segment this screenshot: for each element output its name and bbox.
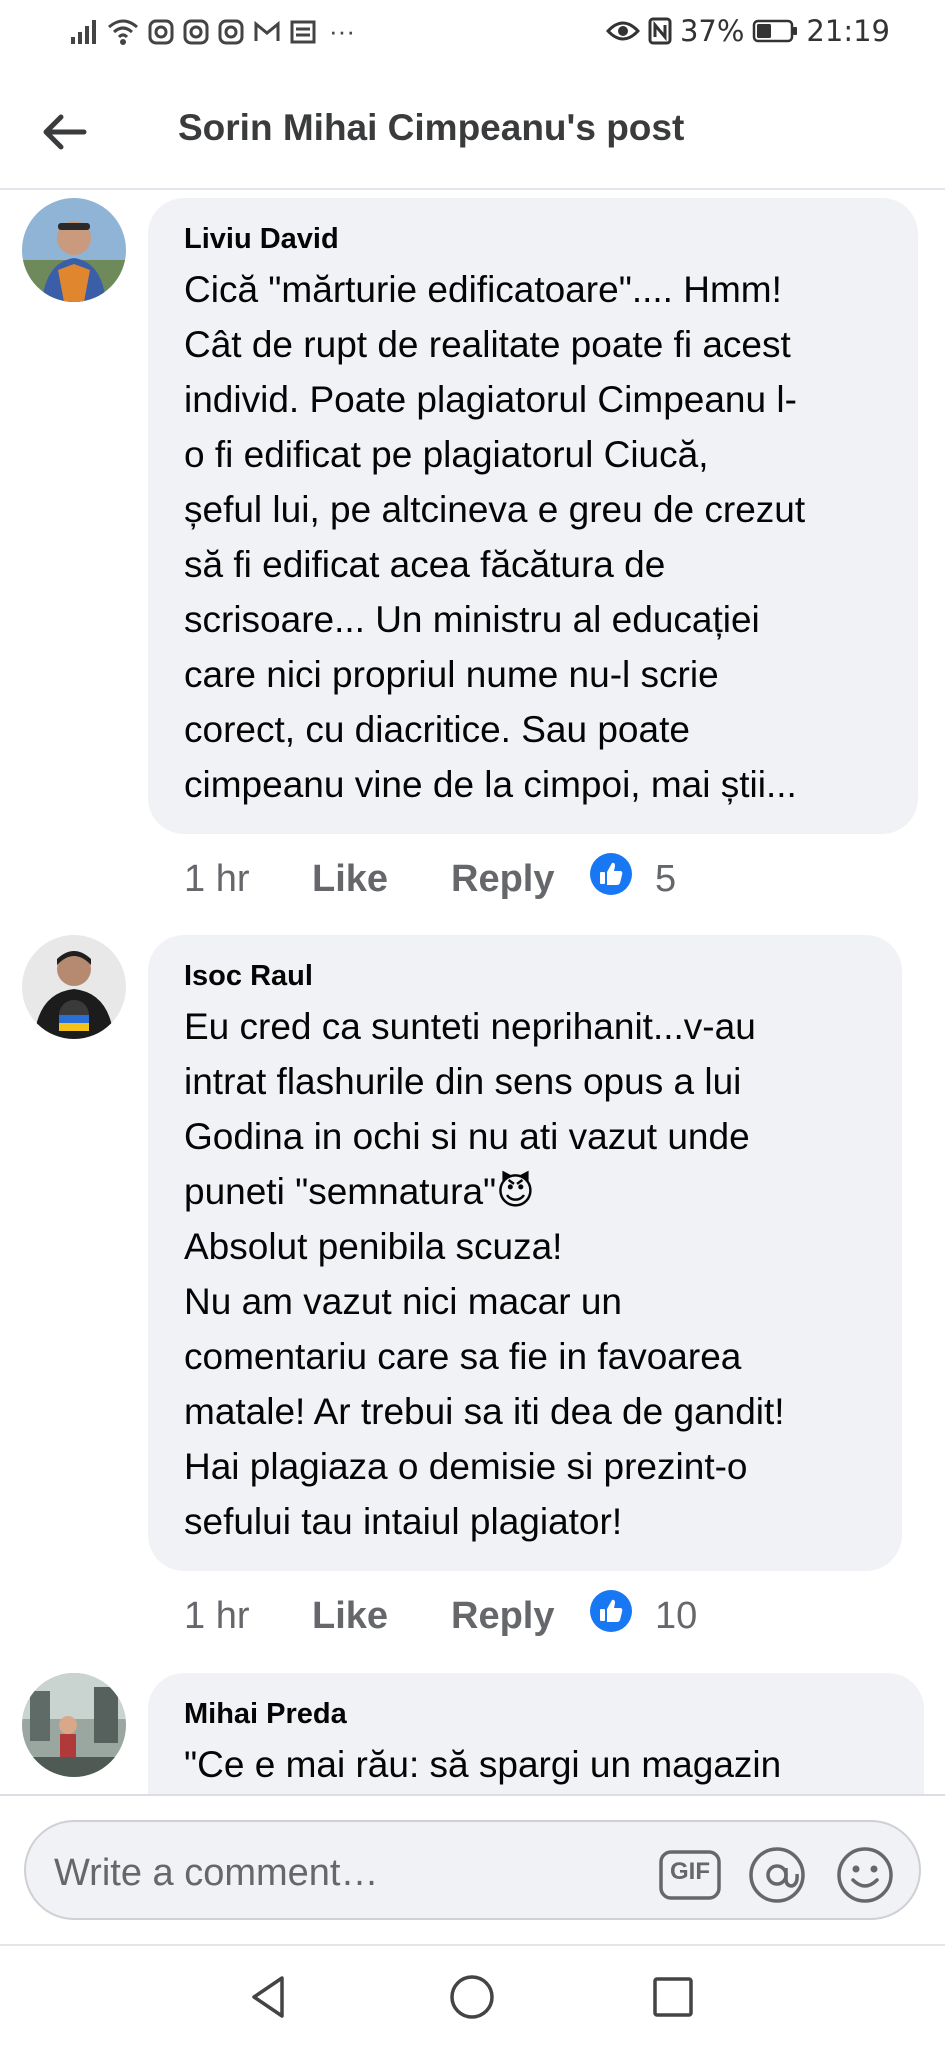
reaction-summary[interactable]: 5 xyxy=(589,852,676,906)
circle-home-icon xyxy=(447,1975,497,2026)
back-button[interactable] xyxy=(36,106,92,162)
reaction-count: 10 xyxy=(655,1594,698,1637)
smiley-icon xyxy=(836,1847,894,1908)
gif-label: GIF xyxy=(670,1858,710,1885)
comment: Mihai Preda "Ce e mai rău: să spargi un … xyxy=(0,1673,945,1794)
instagram-icon xyxy=(218,19,244,45)
reply-button[interactable]: Reply xyxy=(451,858,589,901)
comment-author[interactable]: Liviu David xyxy=(184,222,882,256)
comment-time[interactable]: 1 hr xyxy=(184,858,312,901)
nfc-icon xyxy=(648,17,672,45)
gmail-icon xyxy=(253,20,281,44)
comment-bubble[interactable]: Liviu David Cică "mărturie edificatoare"… xyxy=(148,198,918,834)
comment-placeholder: Write a comment… xyxy=(54,1852,379,1894)
comment-bubble[interactable]: Isoc Raul Eu cred ca sunteti neprihanit.… xyxy=(148,935,902,1571)
like-button[interactable]: Like xyxy=(312,1595,451,1638)
comment-actions: 1 hr Like Reply 5 xyxy=(184,852,676,906)
emoji-button[interactable] xyxy=(836,1846,894,1904)
at-icon xyxy=(748,1847,806,1908)
battery-percent: 37% xyxy=(679,14,745,48)
back-arrow-icon xyxy=(41,114,87,155)
comment-author[interactable]: Mihai Preda xyxy=(184,1697,888,1731)
comment-author[interactable]: Isoc Raul xyxy=(184,959,866,993)
comment-actions: 1 hr Like Reply 10 xyxy=(184,1589,697,1643)
instagram-icon xyxy=(183,19,209,45)
mention-button[interactable] xyxy=(748,1846,806,1904)
nav-back-button[interactable] xyxy=(244,1972,294,2022)
signal-icon xyxy=(70,19,98,45)
comment-text: Eu cred ca sunteti neprihanit...v-au int… xyxy=(184,1006,785,1542)
avatar[interactable] xyxy=(22,198,126,302)
system-nav-bar xyxy=(0,1944,945,2048)
battery-icon xyxy=(752,18,798,44)
comment-composer: Write a comment… GIF xyxy=(0,1794,945,1944)
nav-home-button[interactable] xyxy=(447,1972,497,2022)
eye-icon xyxy=(605,19,640,43)
post-header: Sorin Mihai Cimpeanu's post xyxy=(0,80,945,190)
comment-time[interactable]: 1 hr xyxy=(184,1595,312,1638)
like-button[interactable]: Like xyxy=(312,858,451,901)
news-icon xyxy=(290,20,316,44)
more-notifications: ··· xyxy=(329,16,355,46)
reaction-summary[interactable]: 10 xyxy=(589,1589,697,1643)
reply-button[interactable]: Reply xyxy=(451,1595,589,1638)
comment-text: Cică "mărturie edificatoare".... Hmm! Câ… xyxy=(184,269,806,805)
comment-input[interactable]: Write a comment… GIF xyxy=(24,1820,921,1920)
avatar[interactable] xyxy=(22,1673,126,1777)
status-bar: ··· 37% 21:19 xyxy=(0,0,945,70)
triangle-back-icon xyxy=(244,1976,294,2026)
comment-text: "Ce e mai rău: să spargi un magazin xyxy=(184,1744,782,1785)
square-recents-icon xyxy=(648,1977,698,2026)
like-reaction-icon xyxy=(589,1589,633,1643)
reaction-count: 5 xyxy=(655,857,677,900)
page-title: Sorin Mihai Cimpeanu's post xyxy=(178,107,685,148)
clock: 21:19 xyxy=(806,14,890,48)
nav-recents-button[interactable] xyxy=(648,1972,698,2022)
avatar[interactable] xyxy=(22,935,126,1039)
wifi-icon xyxy=(107,18,139,46)
instagram-icon xyxy=(148,19,174,45)
gif-button[interactable]: GIF xyxy=(658,1846,722,1904)
comment-bubble[interactable]: Mihai Preda "Ce e mai rău: să spargi un … xyxy=(148,1673,924,1794)
like-reaction-icon xyxy=(589,852,633,906)
